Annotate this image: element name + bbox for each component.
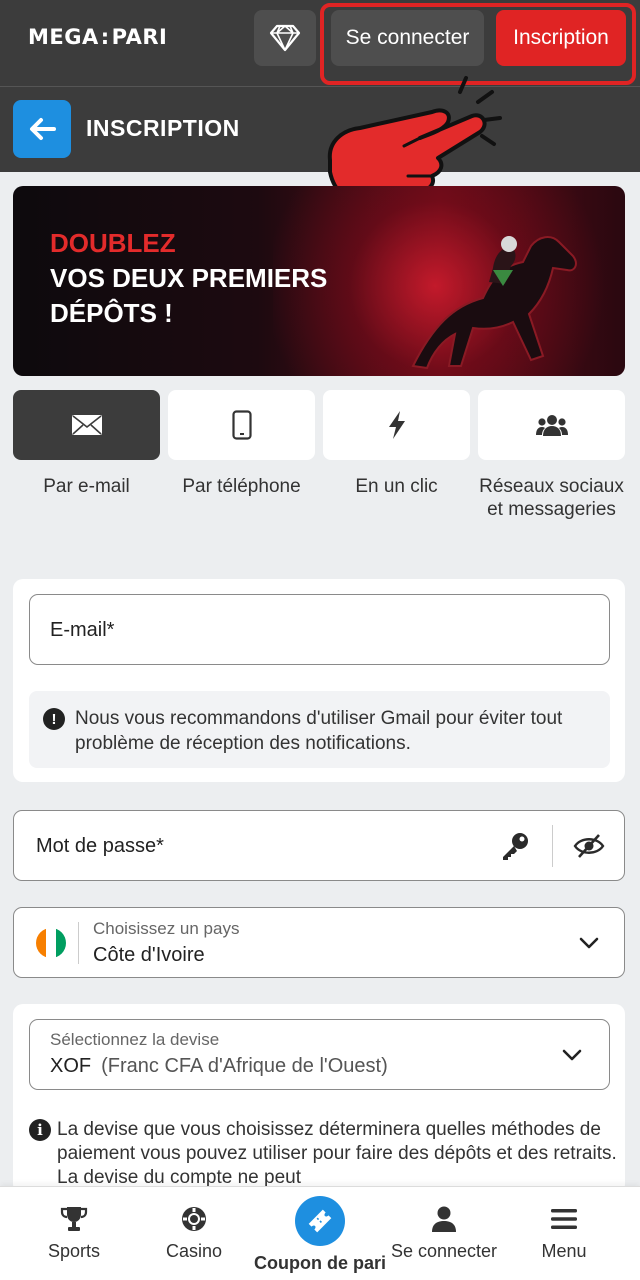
tab-email-label: Par e-mail xyxy=(43,476,130,497)
banner-headline: DOUBLEZ VOS DEUX PREMIERS DÉPÔTS ! xyxy=(50,226,327,331)
banner-line-3: DÉPÔTS ! xyxy=(50,298,173,328)
currency-value: XOF (Franc CFA d'Afrique de l'Ouest) xyxy=(50,1055,388,1078)
tab-social[interactable] xyxy=(478,390,625,460)
country-select[interactable]: Choisissez un pays Côte d'Ivoire xyxy=(13,907,625,978)
email-placeholder: E-mail* xyxy=(50,619,115,641)
nav-menu-label: Menu xyxy=(541,1241,587,1261)
casino-chip-icon xyxy=(182,1207,206,1231)
tab-one-click-label: En un clic xyxy=(355,476,438,497)
info-icon: i xyxy=(29,1119,51,1141)
generate-password-button[interactable] xyxy=(498,829,534,863)
tab-social-label: Réseaux sociaux et messageries xyxy=(479,476,624,520)
country-label: Choisissez un pays xyxy=(93,919,240,938)
racehorse-image xyxy=(411,236,577,370)
page-title: INSCRIPTION xyxy=(86,115,240,141)
nav-login-label: Se connecter xyxy=(390,1241,498,1261)
currency-select[interactable]: Sélectionnez la devise XOF (Franc CFA d'A… xyxy=(29,1019,610,1090)
megapari-logo[interactable]: MEGA:PARI xyxy=(28,25,167,49)
gmail-notice-text: Nous vous recommandons d'utiliser Gmail … xyxy=(75,708,563,754)
nav-casino[interactable]: Casino xyxy=(144,1187,244,1280)
eye-off-icon xyxy=(573,834,605,858)
phone-icon xyxy=(231,410,252,440)
logo-text-left: MEGA xyxy=(28,25,99,49)
password-field[interactable]: Mot de passe* xyxy=(13,810,625,881)
tab-phone[interactable] xyxy=(168,390,315,460)
diamond-icon xyxy=(269,24,301,52)
password-placeholder: Mot de passe* xyxy=(36,835,164,857)
country-value: Côte d'Ivoire xyxy=(93,944,205,966)
logo-separator: : xyxy=(100,25,110,49)
arrow-left-icon xyxy=(30,118,56,140)
envelope-icon xyxy=(71,415,102,435)
user-icon xyxy=(432,1206,456,1232)
nav-sports[interactable]: Sports xyxy=(24,1187,124,1280)
currency-name: (Franc CFA d'Afrique de l'Ouest) xyxy=(101,1055,388,1077)
currency-label: Sélectionnez la devise xyxy=(50,1030,220,1049)
promo-banner[interactable]: DOUBLEZ VOS DEUX PREMIERS DÉPÔTS ! xyxy=(13,186,625,376)
lightning-icon xyxy=(388,411,405,439)
chevron-down-icon xyxy=(579,937,599,949)
nav-menu[interactable]: Menu xyxy=(514,1187,614,1280)
chevron-down-icon xyxy=(562,1049,582,1061)
currency-note: La devise que vous choisissez déterminer… xyxy=(57,1119,617,1188)
key-icon xyxy=(503,833,528,860)
gmail-notice: ! Nous vous recommandons d'utiliser Gmai… xyxy=(29,691,610,768)
ticket-icon xyxy=(308,1209,332,1233)
logo-text-right: PARI xyxy=(111,25,168,49)
toggle-password-visibility[interactable] xyxy=(570,829,608,863)
currency-code: XOF xyxy=(50,1055,92,1077)
tab-phone-label: Par téléphone xyxy=(182,476,301,497)
bonus-button[interactable] xyxy=(254,10,316,66)
exclamation-icon: ! xyxy=(43,708,65,730)
tab-email[interactable] xyxy=(13,390,160,460)
users-icon xyxy=(535,415,568,436)
flag-ci-icon xyxy=(36,928,66,958)
hamburger-menu-icon xyxy=(551,1209,577,1229)
tab-one-click[interactable] xyxy=(323,390,470,460)
trophy-icon xyxy=(60,1207,88,1231)
banner-line-1: DOUBLEZ xyxy=(50,228,176,258)
coupon-button[interactable] xyxy=(295,1196,345,1246)
banner-line-2: VOS DEUX PREMIERS xyxy=(50,263,328,293)
back-button[interactable] xyxy=(13,100,71,158)
email-field[interactable]: E-mail* xyxy=(29,594,610,665)
nav-casino-label: Casino xyxy=(165,1241,223,1261)
nav-sports-label: Sports xyxy=(47,1241,101,1261)
nav-coupon-label: Coupon de pari xyxy=(254,1253,386,1273)
nav-login[interactable]: Se connecter xyxy=(388,1187,500,1280)
flag-divider xyxy=(78,922,79,964)
field-divider xyxy=(552,825,553,867)
